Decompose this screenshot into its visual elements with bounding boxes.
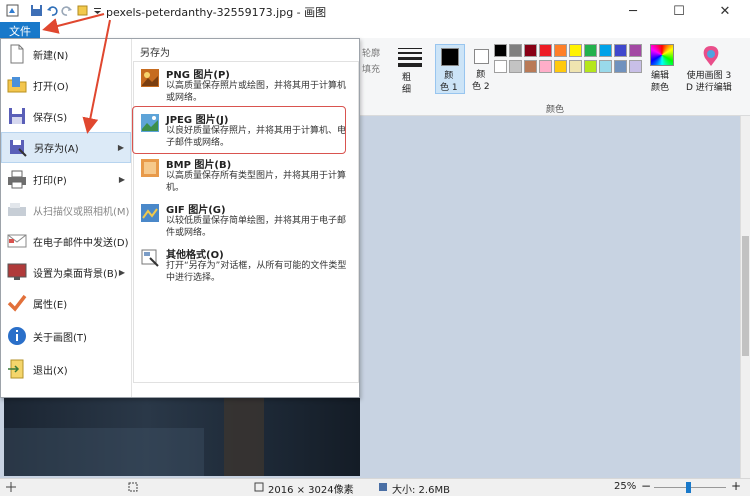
palette-swatch[interactable] bbox=[539, 60, 552, 73]
open-folder-icon bbox=[7, 77, 27, 93]
color1-selector[interactable]: 颜 色 1 bbox=[435, 44, 465, 94]
vertical-scrollbar[interactable] bbox=[740, 116, 750, 478]
paint3d-label[interactable]: 使用画图 3 D 进行编辑 bbox=[686, 70, 732, 94]
printer-icon bbox=[8, 170, 26, 189]
zoom-level: 25% bbox=[614, 481, 637, 492]
paint-app-icon bbox=[6, 4, 19, 17]
menu-item-email[interactable]: 在电子邮件中发送(D) bbox=[1, 226, 131, 256]
color-palette bbox=[494, 44, 644, 76]
menu-item-scanner: 从扫描仪或照相机(M) bbox=[1, 195, 131, 225]
fill-label[interactable]: 填充 bbox=[362, 62, 380, 75]
palette-swatch[interactable] bbox=[509, 44, 522, 57]
size-label[interactable]: 粗 细 bbox=[402, 72, 411, 96]
bmp-image-icon bbox=[141, 159, 159, 177]
menu-item-exit[interactable]: 退出(X) bbox=[1, 354, 131, 384]
menu-item-desktop-background[interactable]: 设置为桌面背景(B) ▶ bbox=[1, 257, 131, 287]
maximize-button[interactable]: ☐ bbox=[656, 0, 702, 22]
paint3d-icon[interactable] bbox=[700, 44, 722, 68]
palette-swatch[interactable] bbox=[494, 44, 507, 57]
edit-colors-icon[interactable] bbox=[650, 44, 674, 66]
png-image-icon bbox=[141, 69, 159, 87]
save-as-bmp[interactable]: BMP 图片(B) 以高质量保存所有类型图片，并将其用于计算机。 bbox=[134, 152, 358, 196]
minimize-button[interactable]: ─ bbox=[610, 0, 656, 22]
save-as-other-formats[interactable]: 其他格式(O) 打开“另存为”对话框，从所有可能的文件类型中进行选择。 bbox=[134, 242, 358, 286]
edit-colors-label[interactable]: 编辑 颜色 bbox=[651, 70, 669, 94]
jpeg-highlight-box bbox=[132, 106, 346, 154]
menu-item-about[interactable]: 关于画图(T) bbox=[1, 321, 131, 351]
palette-swatch[interactable] bbox=[614, 44, 627, 57]
file-menu: 新建(N) 打开(O) 保存(S) 另存为(A) ▶ 打印(P) ▶ 从扫描仪或… bbox=[0, 38, 360, 398]
customize-toolbar-icon[interactable] bbox=[91, 4, 104, 17]
save-as-gif[interactable]: GIF 图片(G) 以较低质量保存简单绘图，并将其用于电子邮件或网络。 bbox=[134, 197, 358, 241]
menu-item-open[interactable]: 打开(O) bbox=[1, 70, 131, 100]
save-as-png[interactable]: PNG 图片(P) 以高质量保存照片或绘图，并将其用于计算机或网络。 bbox=[134, 62, 358, 106]
palette-swatch[interactable] bbox=[539, 44, 552, 57]
outline-label[interactable]: 轮廓 bbox=[362, 46, 380, 59]
color2-swatch bbox=[474, 49, 489, 64]
menu-item-print[interactable]: 打印(P) ▶ bbox=[1, 164, 131, 194]
submenu-arrow-icon: ▶ bbox=[118, 174, 125, 184]
file-tab[interactable]: 文件 bbox=[0, 22, 40, 39]
palette-swatch[interactable] bbox=[629, 60, 642, 73]
palette-swatch[interactable] bbox=[524, 60, 537, 73]
info-icon bbox=[8, 327, 26, 345]
other-formats-icon bbox=[141, 249, 159, 267]
ribbon-tab-strip bbox=[0, 22, 750, 38]
menu-item-new[interactable]: 新建(N) bbox=[1, 39, 131, 69]
palette-swatch[interactable] bbox=[569, 44, 582, 57]
save-disk-icon bbox=[9, 108, 25, 124]
color1-swatch bbox=[441, 48, 459, 66]
color2-label: 颜 色 2 bbox=[472, 70, 490, 92]
title-bar: pexels-peterdanthy-32559173.jpg - 画图 ─ ☐… bbox=[0, 0, 750, 22]
exit-icon bbox=[8, 359, 24, 379]
palette-swatch[interactable] bbox=[494, 60, 507, 73]
menu-item-properties[interactable]: 属性(E) bbox=[1, 288, 131, 318]
palette-swatch[interactable] bbox=[584, 60, 597, 73]
image-dimensions-icon bbox=[254, 482, 264, 492]
image-canvas[interactable] bbox=[4, 388, 360, 476]
menu-item-save[interactable]: 保存(S) bbox=[1, 101, 131, 131]
palette-swatch[interactable] bbox=[569, 60, 582, 73]
selection-size-icon bbox=[128, 482, 138, 492]
zoom-slider-thumb[interactable] bbox=[686, 482, 691, 493]
palette-swatch[interactable] bbox=[554, 44, 567, 57]
palette-swatch[interactable] bbox=[584, 44, 597, 57]
redo-icon[interactable] bbox=[60, 4, 73, 17]
palette-swatch[interactable] bbox=[509, 60, 522, 73]
palette-swatch[interactable] bbox=[554, 60, 567, 73]
quick-access-icon[interactable] bbox=[76, 4, 89, 17]
palette-swatch[interactable] bbox=[599, 44, 612, 57]
desktop-background-icon bbox=[7, 263, 27, 280]
scanner-icon bbox=[8, 203, 26, 216]
palette-swatch[interactable] bbox=[614, 60, 627, 73]
file-size-icon bbox=[379, 483, 387, 491]
palette-swatch[interactable] bbox=[629, 44, 642, 57]
menu-item-save-as[interactable]: 另存为(A) ▶ bbox=[1, 132, 131, 163]
new-file-icon bbox=[10, 44, 24, 64]
checkmark-icon bbox=[7, 294, 27, 312]
email-icon bbox=[7, 234, 27, 248]
save-as-submenu: 另存为 PNG 图片(P) 以高质量保存照片或绘图，并将其用于计算机或网络。 J… bbox=[131, 39, 359, 397]
status-bar: 2016 × 3024像素 大小: 2.6MB 25% − + bbox=[0, 478, 750, 496]
zoom-in-button[interactable]: + bbox=[730, 479, 742, 493]
image-dimensions: 2016 × 3024像素 bbox=[268, 485, 354, 496]
window-title: pexels-peterdanthy-32559173.jpg - 画图 bbox=[106, 6, 327, 19]
save-icon[interactable] bbox=[30, 4, 43, 17]
close-button[interactable]: ✕ bbox=[702, 0, 748, 22]
line-size-icon[interactable] bbox=[398, 46, 422, 67]
colors-group-label: 颜色 bbox=[546, 105, 565, 115]
zoom-out-button[interactable]: − bbox=[640, 479, 652, 493]
palette-swatch[interactable] bbox=[599, 60, 612, 73]
gif-image-icon bbox=[141, 204, 159, 222]
palette-swatch[interactable] bbox=[524, 44, 537, 57]
color1-label: 颜 色 1 bbox=[440, 71, 458, 93]
cursor-position-icon bbox=[6, 482, 16, 492]
file-menu-commands: 新建(N) 打开(O) 保存(S) 另存为(A) ▶ 打印(P) ▶ 从扫描仪或… bbox=[1, 39, 131, 397]
submenu-heading: 另存为 bbox=[140, 48, 170, 59]
submenu-arrow-icon: ▶ bbox=[117, 143, 124, 152]
undo-icon[interactable] bbox=[46, 4, 59, 17]
submenu-arrow-icon: ▶ bbox=[118, 267, 125, 277]
file-size: 大小: 2.6MB bbox=[392, 485, 450, 496]
save-as-icon bbox=[10, 139, 27, 157]
